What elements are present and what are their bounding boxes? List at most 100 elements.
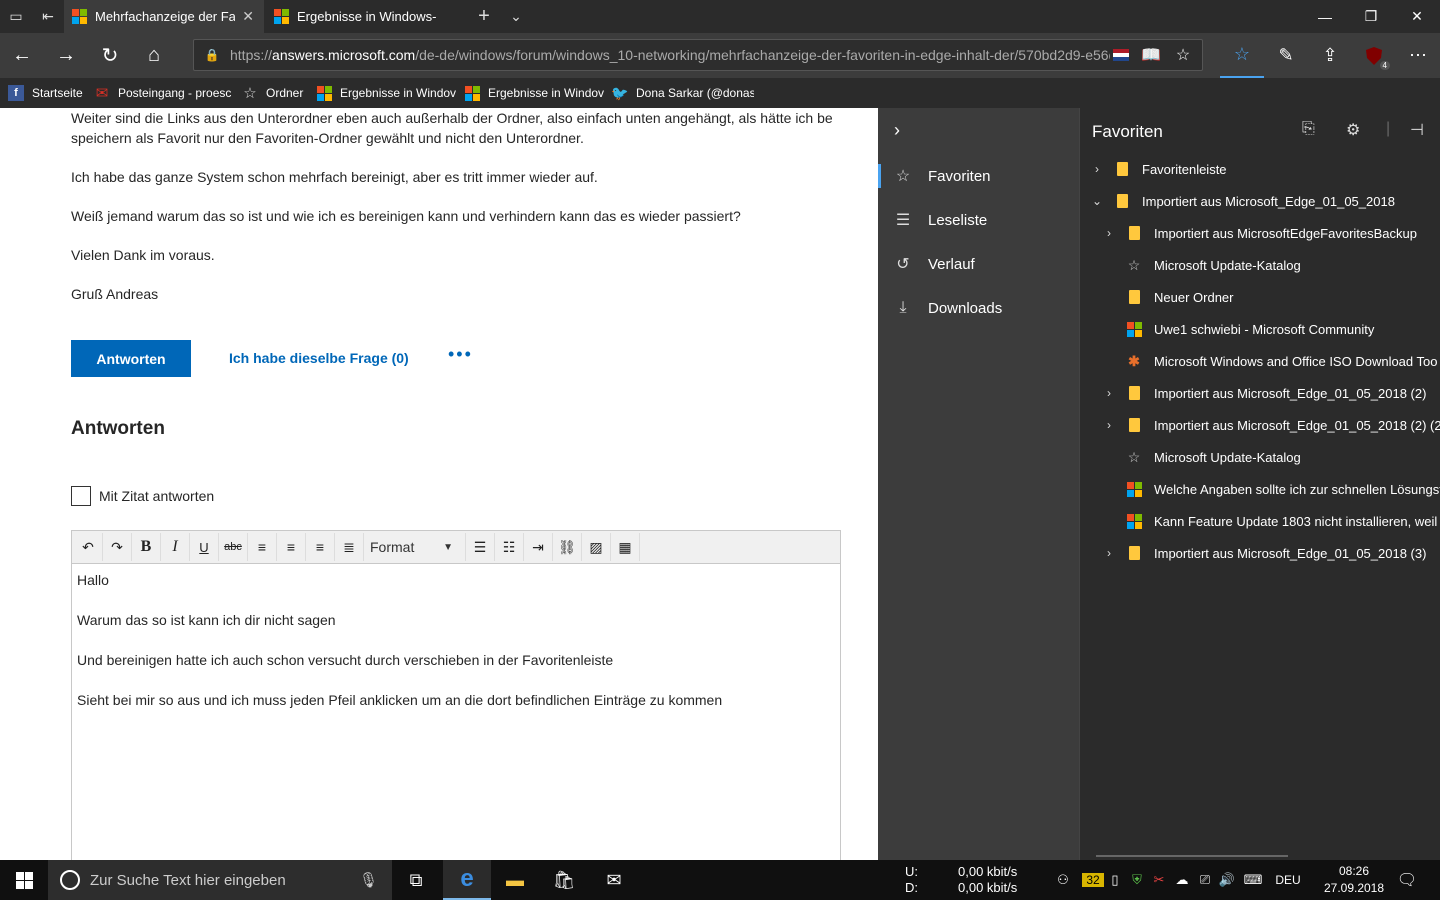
underline-icon[interactable]: U <box>190 533 219 561</box>
tab-active[interactable]: Mehrfachanzeige der Fa ✕ <box>64 0 264 33</box>
format-dropdown[interactable]: Format ▼ <box>364 533 466 561</box>
more-options-icon[interactable]: ⋯ <box>1396 33 1440 78</box>
table-icon[interactable]: ▦ <box>611 533 640 561</box>
favorite-link[interactable]: ✱ Microsoft Windows and Office ISO Downl… <box>1080 345 1440 377</box>
chevron-right-icon[interactable]: › <box>1102 386 1116 400</box>
set-aside-tabs-icon[interactable]: ⇤ <box>32 0 64 33</box>
back-button[interactable]: ← <box>0 33 44 78</box>
italic-icon[interactable]: I <box>161 533 190 561</box>
forward-button[interactable]: → <box>44 33 88 78</box>
hub-item-reading-list[interactable]: ☰ Leseliste <box>878 198 1079 242</box>
chevron-right-icon[interactable]: › <box>1102 546 1116 560</box>
hub-item-downloads[interactable]: ⤓ Downloads <box>878 286 1079 330</box>
quote-checkbox-label[interactable]: Mit Zitat antworten <box>99 488 214 504</box>
justify-icon[interactable]: ≣ <box>335 533 364 561</box>
same-question-link[interactable]: Ich habe dieselbe Frage (0) <box>229 350 409 366</box>
favorites-bar-item[interactable]: ✉ Posteingang - proesc <box>86 78 234 108</box>
defender-icon[interactable]: ⛨ <box>1126 872 1148 888</box>
hub-item-history[interactable]: ↺ Verlauf <box>878 242 1079 286</box>
more-options-button[interactable]: ••• <box>448 344 473 365</box>
edge-app-icon[interactable]: e <box>443 860 491 900</box>
ublock-extension-icon[interactable]: 4 <box>1352 33 1396 78</box>
indent-icon[interactable]: ⇥ <box>524 533 553 561</box>
home-button[interactable]: ⌂ <box>132 33 176 78</box>
favorite-folder[interactable]: › Importiert aus Microsoft_Edge_01_05_20… <box>1080 409 1440 441</box>
editor-text-area[interactable]: Hallo Warum das so ist kann ich dir nich… <box>72 564 840 736</box>
chevron-right-icon[interactable]: › <box>1102 418 1116 432</box>
address-bar[interactable]: 🔒 https://answers.microsoft.com/de-de/wi… <box>193 39 1203 71</box>
refresh-button[interactable]: ↻ <box>88 33 132 78</box>
new-tab-icon[interactable]: + <box>468 0 500 33</box>
chevron-right-icon[interactable]: › <box>1102 226 1116 240</box>
align-right-icon[interactable]: ≡ <box>306 533 335 561</box>
share-icon[interactable]: ⇪ <box>1308 33 1352 78</box>
favorite-folder[interactable]: › Importiert aus Microsoft_Edge_01_05_20… <box>1080 377 1440 409</box>
bullet-list-icon[interactable]: ☰ <box>466 533 495 561</box>
favorites-bar-item[interactable]: Ergebnisse in Windov <box>308 78 456 108</box>
task-view-icon[interactable]: ⧉ <box>392 860 440 900</box>
mail-icon[interactable]: ✉ <box>590 860 638 900</box>
pin-icon[interactable]: ⊣ <box>1410 120 1424 140</box>
hub-favorites-icon[interactable]: ☆ <box>1220 33 1264 78</box>
clock[interactable]: 08:26 27.09.2018 <box>1318 863 1390 897</box>
chevron-down-icon[interactable]: ⌄ <box>500 0 532 33</box>
favorite-star-icon[interactable]: ☆ <box>1168 40 1198 70</box>
close-window-button[interactable]: ✕ <box>1394 0 1440 33</box>
favorite-link[interactable]: Welche Angaben sollte ich zur schnellen … <box>1080 473 1440 505</box>
restore-button[interactable]: ❐ <box>1348 0 1394 33</box>
file-explorer-icon[interactable]: ▬ <box>491 860 539 900</box>
favorites-bar-item[interactable]: 🐦 Dona Sarkar (@donas <box>604 78 754 108</box>
favorite-folder[interactable]: › Importiert aus MicrosoftEdgeFavoritesB… <box>1080 217 1440 249</box>
usb-icon[interactable]: ▯ <box>1104 872 1126 888</box>
undo-icon[interactable]: ↶ <box>74 533 103 561</box>
taskbar-search[interactable]: Zur Suche Text hier eingeben 🎙 <box>48 860 392 900</box>
align-center-icon[interactable]: ≡ <box>277 533 306 561</box>
web-note-icon[interactable]: ✎ <box>1264 33 1308 78</box>
numbered-list-icon[interactable]: ☷ <box>495 533 524 561</box>
volume-icon[interactable]: 🔊 <box>1216 872 1238 888</box>
favorite-folder[interactable]: Neuer Ordner <box>1080 281 1440 313</box>
hub-item-favorites[interactable]: ☆ Favoriten <box>878 154 1079 198</box>
close-tab-icon[interactable]: ✕ <box>242 8 254 25</box>
gear-icon[interactable]: ⚙ <box>1346 120 1360 140</box>
favorite-link[interactable]: Uwe1 schwiebi - Microsoft Community <box>1080 313 1440 345</box>
chevron-right-icon[interactable]: › <box>1090 162 1104 176</box>
people-icon[interactable]: ⚇ <box>1052 872 1074 888</box>
link-icon[interactable]: ⛓ <box>553 533 582 561</box>
favorite-folder[interactable]: › Importiert aus Microsoft_Edge_01_05_20… <box>1080 537 1440 569</box>
import-favorites-icon[interactable]: ⎘ <box>1302 120 1315 138</box>
favorites-bar-item[interactable]: f Startseite <box>0 78 86 108</box>
favorites-bar-item[interactable]: Ergebnisse in Windov <box>456 78 604 108</box>
favorite-folder[interactable]: ⌄ Importiert aus Microsoft_Edge_01_05_20… <box>1080 185 1440 217</box>
chevron-down-icon[interactable]: ⌄ <box>1090 194 1104 208</box>
tray-app-icon[interactable]: 32 <box>1082 873 1104 887</box>
image-icon[interactable]: ▨ <box>582 533 611 561</box>
favorite-link[interactable]: Kann Feature Update 1803 nicht installie… <box>1080 505 1440 537</box>
store-icon[interactable]: 🛍 <box>540 860 588 900</box>
tool-icon[interactable]: ✂ <box>1148 872 1170 888</box>
minimize-button[interactable]: — <box>1302 0 1348 33</box>
onedrive-icon[interactable]: ☁ <box>1170 872 1194 888</box>
tab-preview-icon[interactable]: ▭ <box>0 0 32 33</box>
favorites-bar-item[interactable]: ☆ Ordner <box>234 78 308 108</box>
reply-button[interactable]: Antworten <box>71 340 191 377</box>
favorite-link[interactable]: ☆ Microsoft Update-Katalog <box>1080 249 1440 281</box>
favorite-link[interactable]: ☆ Microsoft Update-Katalog <box>1080 441 1440 473</box>
favorite-folder[interactable]: › Favoritenleiste <box>1080 153 1440 185</box>
network-icon[interactable]: ⎚ <box>1194 872 1216 888</box>
bold-icon[interactable]: B <box>132 533 161 561</box>
strikethrough-icon[interactable]: abc <box>219 533 248 561</box>
language-indicator[interactable]: DEU <box>1268 873 1308 887</box>
keyboard-icon[interactable]: ⌨ <box>1238 872 1268 888</box>
microphone-icon[interactable]: 🎙 <box>359 871 378 889</box>
align-left-icon[interactable]: ≡ <box>248 533 277 561</box>
redo-icon[interactable]: ↷ <box>103 533 132 561</box>
quote-checkbox[interactable] <box>71 486 91 506</box>
url-text[interactable]: https://answers.microsoft.com/de-de/wind… <box>230 47 1110 63</box>
collapse-hub-icon[interactable]: › <box>894 120 900 141</box>
start-button[interactable] <box>0 860 48 900</box>
lock-icon[interactable]: 🔒 <box>194 48 230 62</box>
tab-inactive[interactable]: Ergebnisse in Windows-Insi <box>266 0 466 33</box>
horizontal-scrollbar[interactable] <box>1096 855 1288 857</box>
action-center-icon[interactable]: 🗨 <box>1384 860 1430 900</box>
